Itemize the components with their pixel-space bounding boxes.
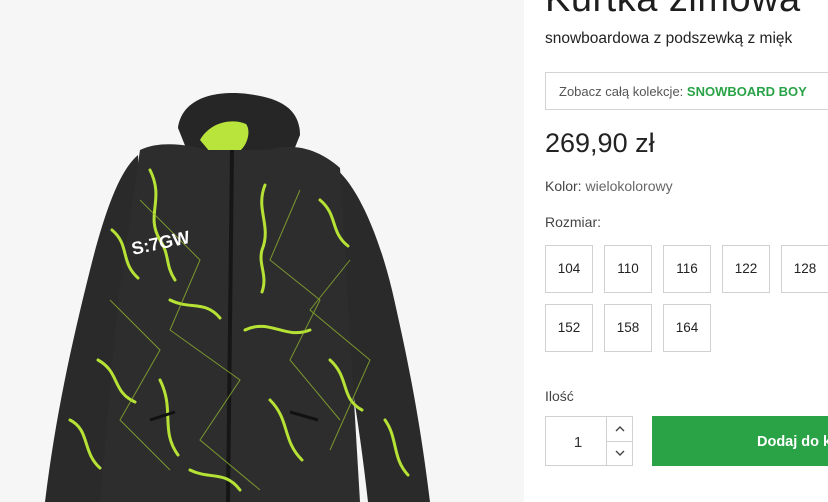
quantity-increase-button[interactable] — [607, 417, 633, 442]
size-option-128[interactable]: 128 — [781, 245, 828, 293]
size-label: Rozmiar: — [545, 214, 602, 230]
quantity-label: Ilość — [545, 388, 574, 404]
size-option-122[interactable]: 122 — [722, 245, 770, 293]
chevron-down-icon — [615, 450, 625, 456]
color-label: Kolor: — [545, 178, 582, 194]
size-option-110[interactable]: 110 — [604, 245, 652, 293]
product-price: 269,90 zł — [545, 128, 655, 158]
size-option-164[interactable]: 164 — [663, 304, 711, 352]
color-value: wielokolorowy — [585, 178, 673, 194]
size-option-104[interactable]: 104 — [545, 245, 593, 293]
color-row: Kolor: wielokolorowy — [545, 178, 673, 194]
quantity-decrease-button[interactable] — [607, 441, 633, 465]
chevron-up-icon — [615, 426, 625, 432]
jacket-image[interactable]: S:7GW — [0, 0, 524, 502]
quantity-input[interactable] — [546, 417, 610, 467]
size-option-116[interactable]: 116 — [663, 245, 711, 293]
size-option-158[interactable]: 158 — [604, 304, 652, 352]
product-title: Kurtka zimowa — [545, 0, 801, 21]
collection-link[interactable]: SNOWBOARD BOY — [687, 84, 807, 99]
size-option-152[interactable]: 152 — [545, 304, 593, 352]
collection-prefix: Zobacz całą kolekcje: — [559, 84, 684, 99]
product-gallery: S:7GW — [0, 0, 524, 502]
add-to-cart-button[interactable]: Dodaj do k — [652, 416, 828, 466]
quantity-stepper — [545, 416, 633, 467]
collection-box: Zobacz całą kolekcje: SNOWBOARD BOY — [545, 72, 828, 110]
quantity-buttons — [606, 417, 633, 465]
product-info: Kurtka zimowa snowboardowa z podszewką z… — [545, 0, 828, 502]
product-subtitle: snowboardowa z podszewką z mięk — [545, 30, 793, 47]
